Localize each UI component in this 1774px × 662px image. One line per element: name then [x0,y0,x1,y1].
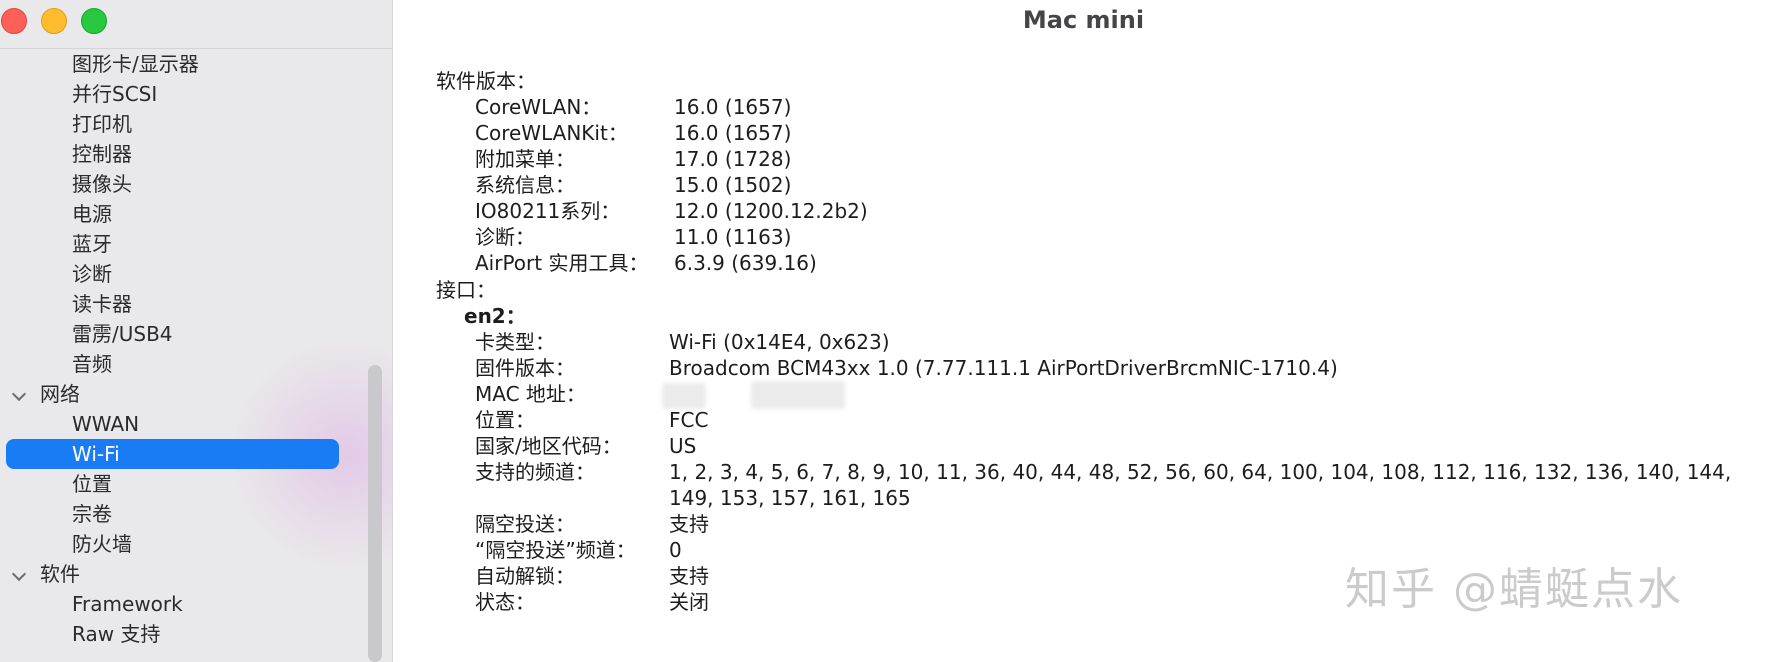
detail-key: 诊断： [475,225,535,249]
sidebar-item-label: 诊断 [72,262,112,286]
detail-key: “隔空投送”频道： [475,538,636,562]
watermark-text: 知乎 @蜻蜓点水 [1345,564,1683,615]
sidebar-group-software[interactable]: 软件 [0,560,392,588]
detail-key: 位置： [475,408,535,432]
detail-value: Wi-Fi (0x14E4, 0x623) [669,330,890,354]
detail-key: AirPort 实用工具： [475,251,649,275]
chevron-down-icon[interactable] [11,386,27,402]
detail-key: 国家/地区代码： [475,434,622,458]
sidebar-item-label: WWAN [72,412,140,436]
sidebar-item-label: 图形卡/显示器 [72,52,199,76]
detail-value: 16.0 (1657) [674,121,792,145]
zoom-window-button[interactable] [81,8,107,34]
detail-key: CoreWLAN： [475,95,602,119]
detail-key: 附加菜单： [475,147,575,171]
sidebar-item-label: Framework [72,592,183,616]
detail-value: 16.0 (1657) [674,95,792,119]
detail-value: 15.0 (1502) [674,173,792,197]
detail-value: 17.0 (1728) [674,147,792,171]
sidebar-item-label: 宗卷 [72,502,112,526]
sidebar-item-graphics[interactable]: 图形卡/显示器 [0,50,392,78]
selection-highlight [6,439,339,469]
detail-value: FCC [669,408,709,432]
detail-value-continued: 149, 153, 157, 161, 165 [669,486,911,510]
detail-key: 卡类型： [475,330,555,354]
detail-value: US [669,434,697,458]
sidebar-item-wifi[interactable]: Wi-Fi [0,439,392,469]
chevron-down-icon[interactable] [11,566,27,582]
sidebar-item-audio[interactable]: 音频 [0,350,392,378]
sidebar: 内存 图形卡/显示器 并行SCSI 打印机 控制器 摄像头 电源 蓝牙 诊断 读… [0,0,393,662]
sidebar-item-raw-support[interactable]: Raw 支持 [0,620,392,648]
redacted-mac-block [751,381,845,409]
detail-key: IO80211系列： [475,199,621,223]
software-versions-heading: 软件版本： [436,69,536,93]
minimize-window-button[interactable] [41,8,67,34]
sidebar-group-label: 网络 [40,382,80,406]
detail-key: 系统信息： [475,173,575,197]
sidebar-item-label: 蓝牙 [72,232,112,256]
sidebar-item-parallel-scsi[interactable]: 并行SCSI [0,80,392,108]
interfaces-heading: 接口： [436,278,496,302]
detail-key: 隔空投送： [475,512,575,536]
detail-value: 支持 [669,512,709,536]
sidebar-item-camera[interactable]: 摄像头 [0,170,392,198]
sidebar-item-label: 并行SCSI [72,82,158,106]
sidebar-item-label: 摄像头 [72,172,132,196]
detail-key: 支持的频道： [475,460,595,484]
sidebar-group-label: 软件 [40,562,80,586]
detail-value: 12.0 (1200.12.2b2) [674,199,868,223]
sidebar-item-framework[interactable]: Framework [0,590,392,618]
sidebar-item-thunderbolt[interactable]: 雷雳/USB4 [0,320,392,348]
sidebar-item-diagnostics[interactable]: 诊断 [0,260,392,288]
sidebar-item-label: 位置 [72,472,112,496]
detail-value: 支持 [669,564,709,588]
sidebar-item-card-reader[interactable]: 读卡器 [0,290,392,318]
sidebar-item-bluetooth[interactable]: 蓝牙 [0,230,392,258]
sidebar-item-power[interactable]: 电源 [0,200,392,228]
redacted-mac-block [662,383,706,409]
detail-value: 11.0 (1163) [674,225,792,249]
sidebar-item-label: 雷雳/USB4 [72,322,173,346]
detail-key: 固件版本： [475,356,575,380]
detail-value: 6.3.9 (639.16) [674,251,817,275]
sidebar-item-label: 打印机 [72,112,132,136]
sidebar-item-volumes[interactable]: 宗卷 [0,500,392,528]
sidebar-item-firewall[interactable]: 防火墙 [0,530,392,558]
detail-key: 自动解锁： [475,564,575,588]
sidebar-item-label: 防火墙 [72,532,132,556]
sidebar-item-label: 读卡器 [72,292,132,316]
window-title: Mac mini [1022,6,1145,34]
detail-value: 关闭 [669,590,709,614]
sidebar-item-label: Wi-Fi [72,442,120,466]
interface-name: en2： [464,304,526,328]
sidebar-group-network[interactable]: 网络 [0,380,392,408]
close-window-button[interactable] [1,8,27,34]
sidebar-item-label: 控制器 [72,142,132,166]
detail-value: 0 [669,538,682,562]
detail-value: 1, 2, 3, 4, 5, 6, 7, 8, 9, 10, 11, 36, 4… [669,460,1732,484]
sidebar-item-locations[interactable]: 位置 [0,470,392,498]
detail-key: CoreWLANKit： [475,121,628,145]
sidebar-scrollbar[interactable] [368,365,382,662]
detail-key: MAC 地址： [475,382,586,406]
sidebar-item-label: 电源 [72,202,112,226]
detail-value: Broadcom BCM43xx 1.0 (7.77.111.1 AirPort… [669,356,1338,380]
sidebar-item-printers[interactable]: 打印机 [0,110,392,138]
sidebar-item-wwan[interactable]: WWAN [0,410,392,438]
detail-key: 状态： [475,590,535,614]
sidebar-item-controller[interactable]: 控制器 [0,140,392,168]
sidebar-item-label: 音频 [72,352,112,376]
sidebar-item-label: Raw 支持 [72,622,161,646]
window-titlebar [0,0,392,49]
